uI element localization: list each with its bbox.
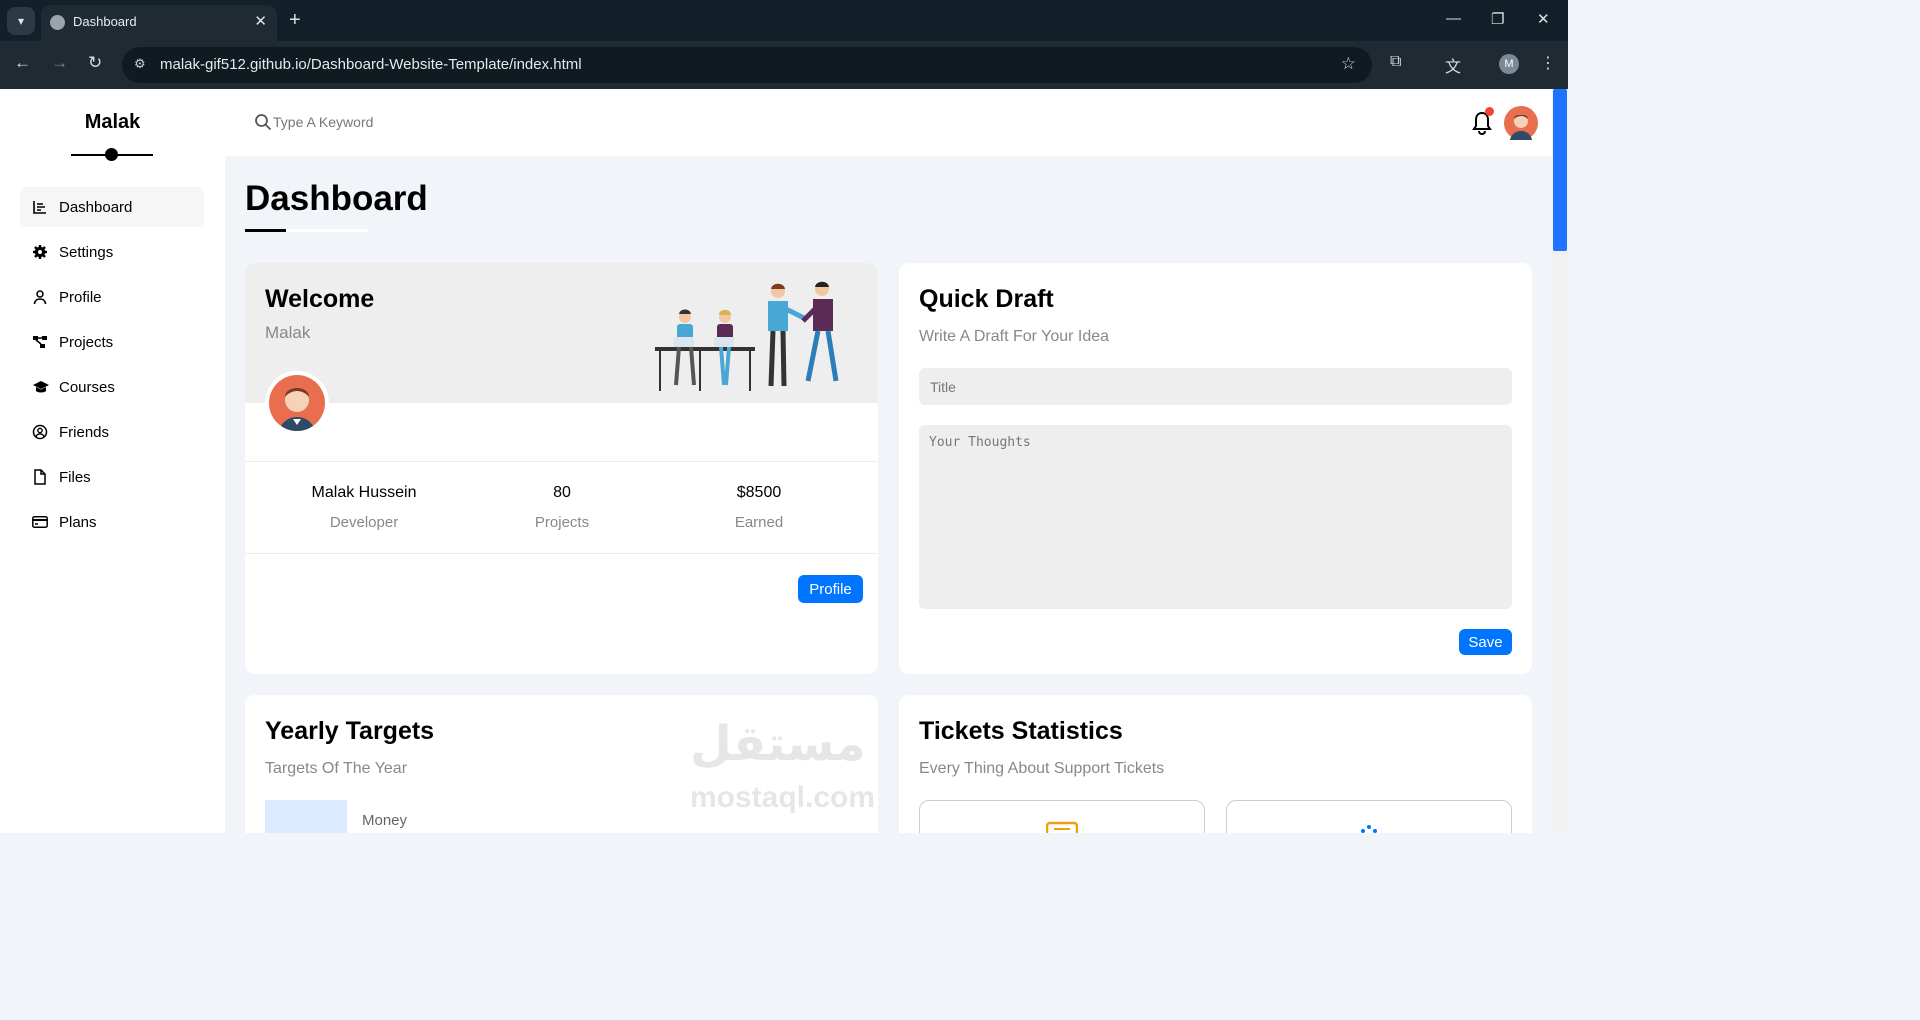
sidebar-item-courses[interactable]: Courses xyxy=(20,367,204,407)
draft-thoughts-textarea[interactable] xyxy=(919,425,1512,609)
new-tab-button[interactable]: + xyxy=(289,9,301,32)
card-title: Yearly Targets xyxy=(265,717,435,745)
address-bar[interactable]: ⚙ malak-gif512.github.io/Dashboard-Websi… xyxy=(122,47,1372,83)
profile-button[interactable]: Profile xyxy=(798,575,863,603)
minimize-icon[interactable]: — xyxy=(1446,10,1461,27)
stat-value: $8500 xyxy=(736,484,782,501)
quick-draft-card: Quick Draft Write A Draft For Your Idea … xyxy=(899,263,1532,674)
ticket-icon xyxy=(1046,821,1078,833)
avatar xyxy=(265,371,329,435)
search-input[interactable] xyxy=(273,110,453,134)
sidebar-item-label: Plans xyxy=(59,513,97,531)
file-icon xyxy=(32,469,48,485)
sidebar-item-label: Projects xyxy=(59,333,114,351)
sidebar-item-files[interactable]: Files xyxy=(20,457,204,497)
sidebar-item-label: Profile xyxy=(59,288,102,306)
save-button[interactable]: Save xyxy=(1459,629,1512,655)
notification-dot xyxy=(1485,107,1494,116)
sidebar-item-label: Friends xyxy=(59,423,110,441)
target-label: Money xyxy=(362,812,408,829)
watermark-arabic: مستقل xyxy=(690,718,866,771)
sidebar-item-label: Files xyxy=(59,468,91,486)
spinner-icon xyxy=(1361,825,1377,833)
money-icon-box xyxy=(265,800,347,833)
sidebar-item-label: Courses xyxy=(59,378,115,396)
yearly-targets-card: Yearly Targets Targets Of The Year مستقل… xyxy=(245,695,878,833)
stat-value: 80 xyxy=(553,484,571,501)
user-circle-icon xyxy=(32,424,48,440)
back-icon[interactable]: ← xyxy=(14,53,31,73)
close-icon[interactable]: ✕ xyxy=(254,12,267,30)
ticket-stat-box xyxy=(1226,800,1512,833)
forward-icon[interactable]: → xyxy=(51,53,68,73)
tab-title: Dashboard xyxy=(73,14,137,29)
diagram-icon xyxy=(32,334,48,350)
sidebar: Malak Dashboard Settings Profile Project… xyxy=(0,89,225,833)
team-illustration xyxy=(655,281,839,391)
card-subtitle: Write A Draft For Your Idea xyxy=(919,328,1110,345)
browser-profile-avatar[interactable]: M xyxy=(1499,54,1519,74)
card-subtitle: Targets Of The Year xyxy=(265,760,408,777)
brand-name: Malak xyxy=(84,111,141,133)
title-underline-accent xyxy=(245,229,286,232)
card-title: Quick Draft xyxy=(919,285,1054,313)
sidebar-item-dashboard[interactable]: Dashboard xyxy=(20,187,204,227)
browser-chrome: ▾ Dashboard ✕ + — ❐ ✕ ← → ↻ ⚙ malak-gif5… xyxy=(0,0,1568,89)
search-icon xyxy=(255,114,272,131)
welcome-header: Welcome Malak xyxy=(245,263,878,403)
sidebar-item-plans[interactable]: Plans xyxy=(20,502,204,542)
draft-title-input[interactable] xyxy=(919,368,1512,405)
brand-dot xyxy=(105,148,118,161)
sidebar-item-profile[interactable]: Profile xyxy=(20,277,204,317)
sidebar-item-projects[interactable]: Projects xyxy=(20,322,204,362)
top-header xyxy=(225,89,1552,156)
reload-icon[interactable]: ↻ xyxy=(88,53,102,73)
welcome-name: Malak xyxy=(265,323,311,342)
page-title: Dashboard xyxy=(245,179,428,218)
sidebar-item-label: Settings xyxy=(59,243,114,261)
chart-bars-icon xyxy=(32,199,48,215)
site-info-icon[interactable]: ⚙ xyxy=(134,56,146,72)
welcome-stats: Malak Hussein Developer 80 Projects $850… xyxy=(245,461,878,554)
restore-icon[interactable]: ❐ xyxy=(1491,10,1504,28)
stat-earned: $8500 Earned xyxy=(660,484,858,531)
sidebar-item-settings[interactable]: Settings xyxy=(20,232,204,272)
more-menu-icon[interactable]: ⋮ xyxy=(1540,53,1556,73)
credit-card-icon xyxy=(32,514,48,530)
tickets-statistics-card: Tickets Statistics Every Thing About Sup… xyxy=(899,695,1532,833)
browser-tab[interactable]: Dashboard ✕ xyxy=(41,5,277,41)
stat-label: Projects xyxy=(534,514,590,531)
bookmark-star-icon[interactable]: ☆ xyxy=(1341,54,1356,74)
stat-value: Malak Hussein xyxy=(311,484,417,501)
tab-search-button[interactable]: ▾ xyxy=(7,7,35,35)
globe-icon xyxy=(50,15,65,30)
sidebar-nav: Dashboard Settings Profile Projects Cour… xyxy=(20,187,204,547)
scrollbar-thumb[interactable] xyxy=(1553,89,1567,251)
welcome-card: Welcome Malak Malak Hussein Developer 80… xyxy=(245,263,878,674)
user-icon xyxy=(32,289,48,305)
graduation-cap-icon xyxy=(32,379,49,395)
card-title: Tickets Statistics xyxy=(919,717,1123,745)
card-subtitle: Every Thing About Support Tickets xyxy=(919,760,1165,777)
translate-icon[interactable]: 文 xyxy=(1445,53,1461,77)
extensions-icon[interactable]: ⧉ xyxy=(1390,53,1401,71)
avatar[interactable] xyxy=(1504,106,1538,140)
sidebar-item-label: Dashboard xyxy=(59,198,133,216)
stat-label: Earned xyxy=(734,514,784,531)
close-window-icon[interactable]: ✕ xyxy=(1537,10,1550,28)
browser-toolbar: ← → ↻ ⚙ malak-gif512.github.io/Dashboard… xyxy=(0,41,1568,89)
stat-projects: 80 Projects xyxy=(463,484,661,531)
stat-name: Malak Hussein Developer xyxy=(265,484,463,531)
tab-strip: ▾ Dashboard ✕ + — ❐ ✕ xyxy=(0,0,1568,41)
ticket-stat-box xyxy=(919,800,1205,833)
sidebar-item-friends[interactable]: Friends xyxy=(20,412,204,452)
url-text: malak-gif512.github.io/Dashboard-Website… xyxy=(160,56,582,73)
welcome-title: Welcome xyxy=(265,285,375,313)
stat-label: Developer xyxy=(329,514,399,531)
watermark-latin: mostaql.com xyxy=(690,781,876,814)
gear-icon xyxy=(32,244,48,260)
page: Malak Dashboard Settings Profile Project… xyxy=(0,89,1552,833)
